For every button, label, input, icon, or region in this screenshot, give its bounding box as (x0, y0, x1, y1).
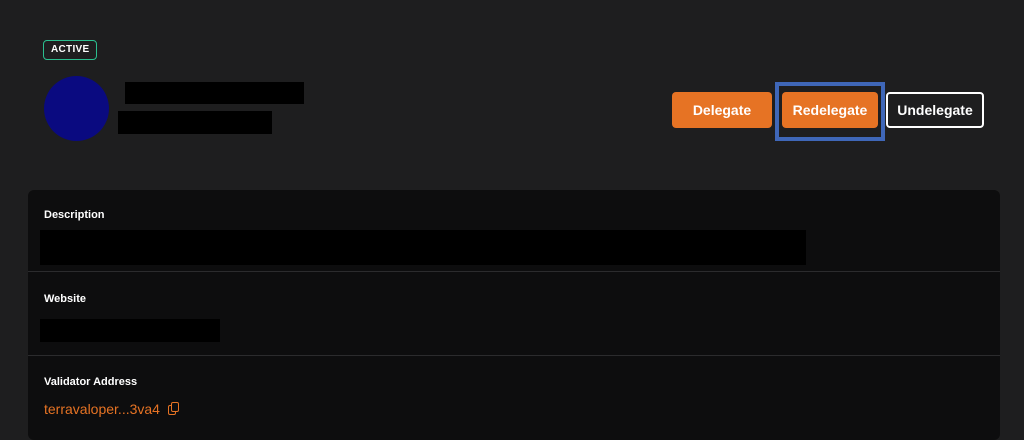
address-section: Validator Address terravaloper...3va4 (28, 357, 1000, 440)
copy-icon[interactable] (167, 402, 180, 416)
status-badge: ACTIVE (43, 40, 98, 60)
website-redacted (40, 319, 220, 342)
validator-avatar (44, 76, 109, 141)
description-section: Description (28, 190, 1000, 272)
website-label: Website (44, 293, 86, 305)
description-label: Description (44, 209, 105, 221)
delegate-button[interactable]: Delegate (672, 92, 772, 128)
validator-address-link[interactable]: terravaloper...3va4 (44, 401, 160, 417)
website-section: Website (28, 273, 1000, 356)
validator-subtitle-redacted (118, 111, 272, 134)
validator-details-card: Description Website Validator Address te… (28, 190, 1000, 440)
validator-page: ACTIVE Delegate Redelegate Undelegate De… (0, 0, 1024, 440)
description-redacted (40, 230, 806, 265)
address-row: terravaloper...3va4 (44, 401, 180, 417)
validator-name-redacted (125, 82, 304, 104)
address-label: Validator Address (44, 376, 138, 388)
undelegate-button[interactable]: Undelegate (886, 92, 984, 128)
redelegate-button[interactable]: Redelegate (782, 92, 878, 128)
